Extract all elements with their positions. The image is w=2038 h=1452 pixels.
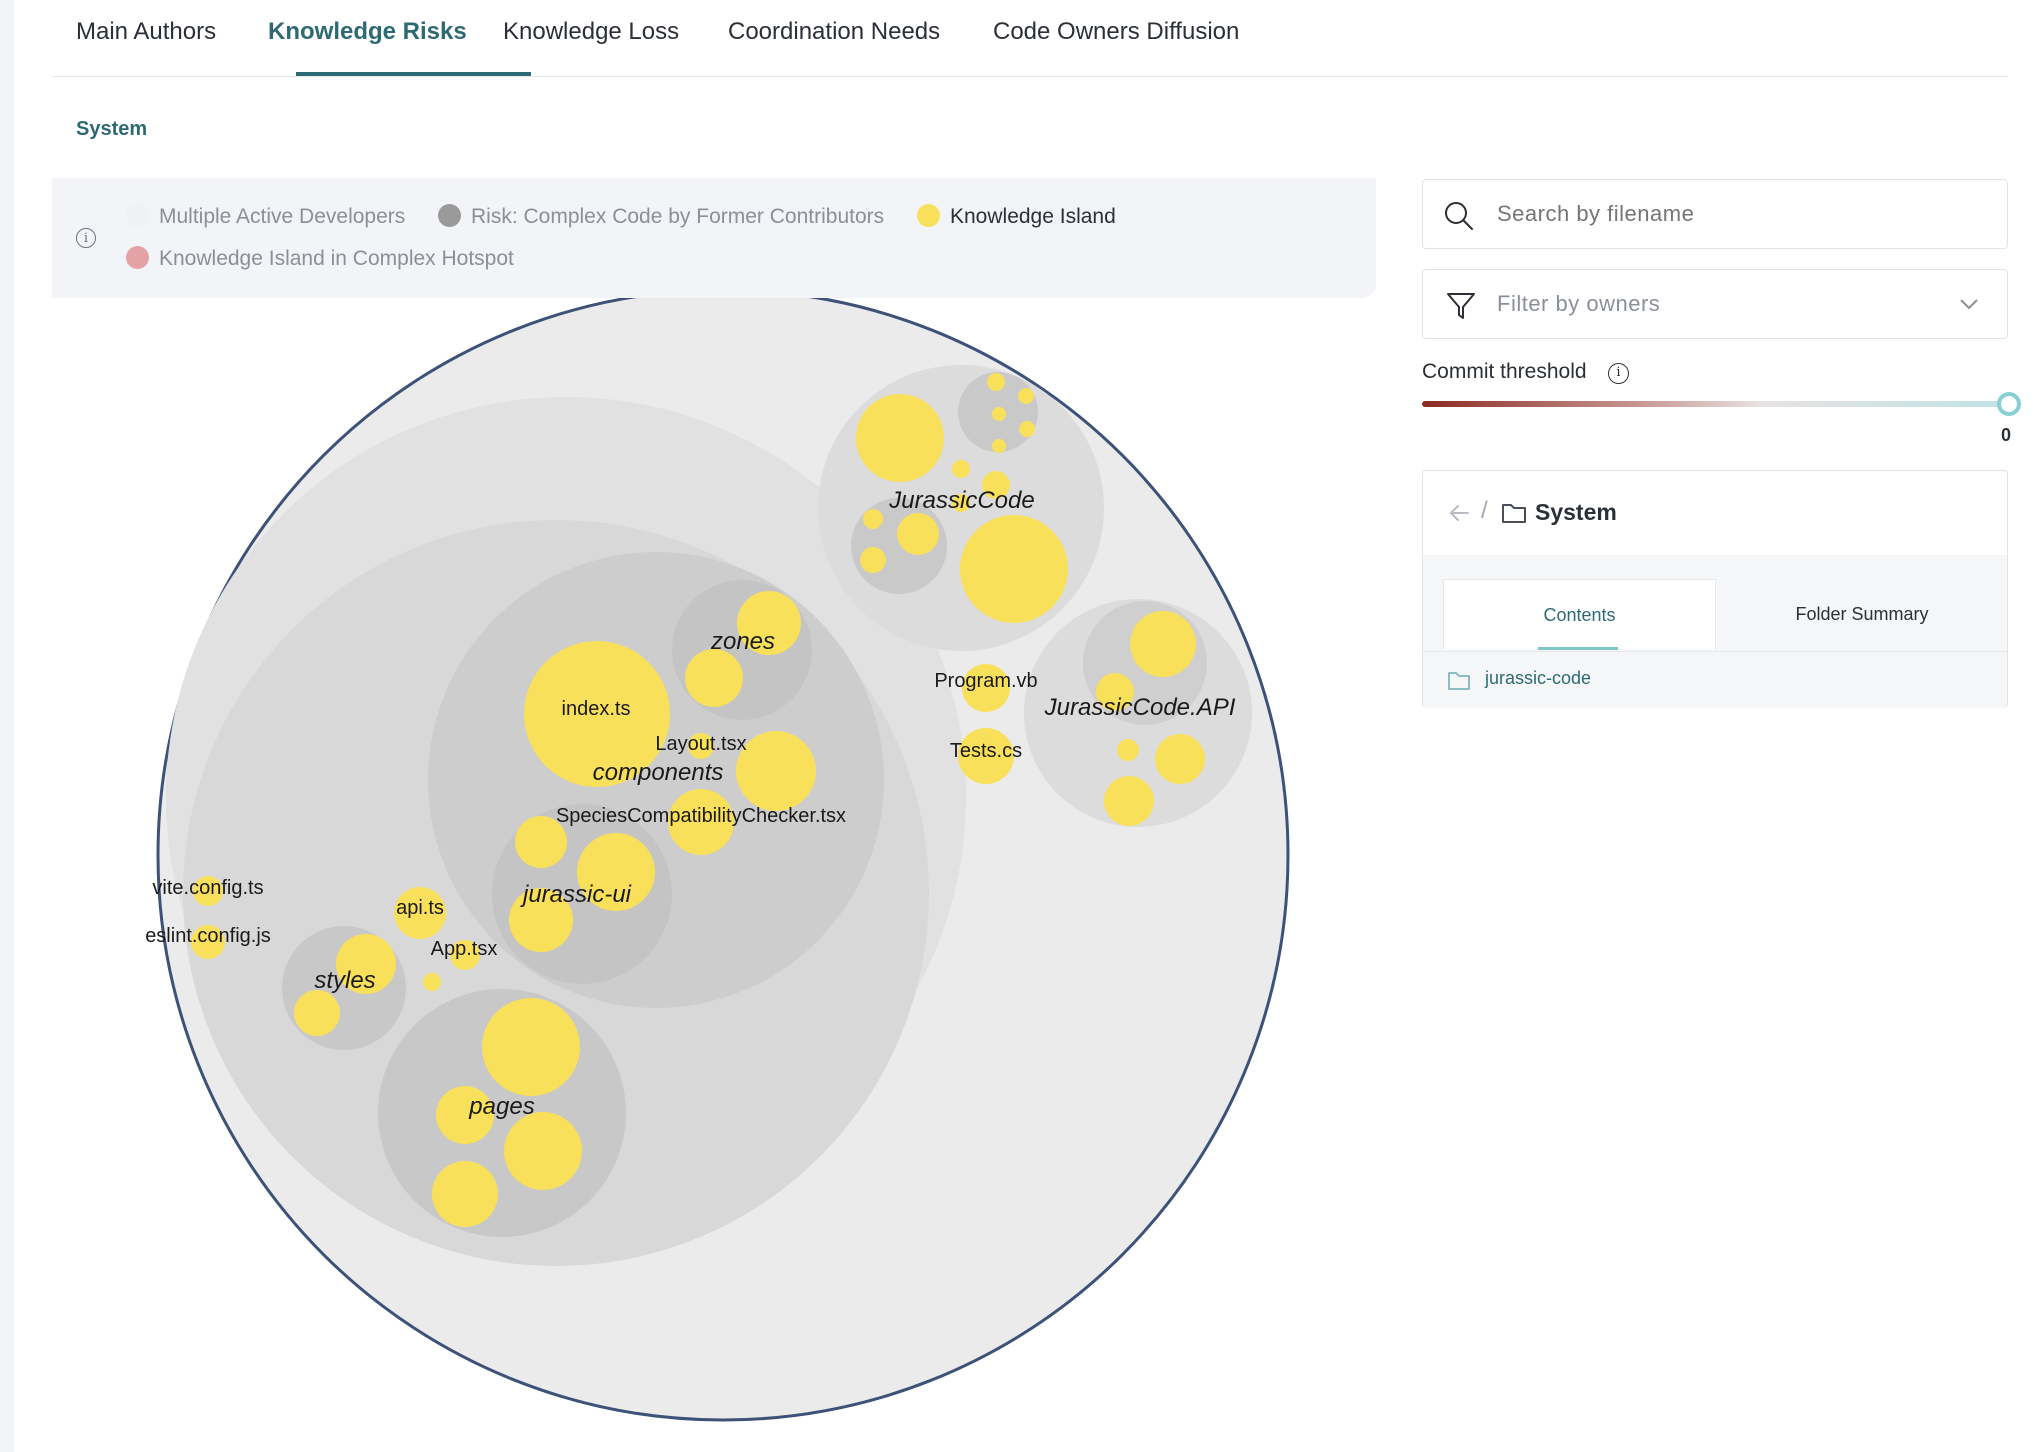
commit-threshold-label: Commit threshold [1422,360,1587,383]
label-api-ts: api.ts [396,897,444,919]
info-icon[interactable]: i [1608,363,1629,384]
file-bubble[interactable] [987,373,1005,391]
label-app-tsx: App.tsx [431,938,498,960]
file-bubble[interactable] [1155,734,1205,784]
label-index-ts: index.ts [562,698,631,720]
breadcrumb-separator: / [1481,497,1488,524]
label-jurassiccode-api: JurassicCode.API [1044,694,1236,721]
file-bubble[interactable] [960,515,1068,623]
info-icon[interactable]: i [76,228,96,248]
commit-threshold-slider[interactable] [1422,401,2007,407]
file-bubble[interactable] [1130,611,1196,677]
slider-thumb[interactable] [1997,392,2021,416]
file-bubble[interactable] [1104,776,1154,826]
file-bubble[interactable] [1019,421,1035,437]
filter-icon [1447,293,1475,319]
file-bubble[interactable] [856,394,944,482]
legend-dot-icon [126,204,149,228]
filter-placeholder: Filter by owners [1497,291,1661,316]
list-item[interactable]: jurassic-code [1423,651,2007,708]
current-folder-title: System [1535,499,1617,525]
list-item-label: jurassic-code [1485,668,1592,688]
legend-label: Knowledge Island [950,205,1116,228]
label-jurassic-ui: jurassic-ui [520,881,632,908]
legend-label: Risk: Complex Code by Former Contributor… [471,205,885,228]
back-arrow-icon[interactable] [1447,501,1471,525]
file-bubble[interactable] [860,547,886,573]
label-tests-cs: Tests.cs [950,740,1022,762]
label-species-checker: SpeciesCompatibilityChecker.tsx [556,805,846,827]
navigator-header: / System [1423,471,2007,556]
file-bubble[interactable] [897,513,939,555]
chevron-down-icon [1960,299,1978,310]
legend-dot-icon [917,204,940,228]
file-bubble[interactable] [504,1112,582,1190]
legend-item-former-contributors[interactable]: Risk: Complex Code by Former Contributor… [438,202,884,232]
search-input[interactable] [1497,180,1977,248]
legend-dot-icon [438,204,461,228]
folder-icon [1502,504,1526,523]
file-bubble[interactable] [423,973,441,991]
file-bubble[interactable] [1018,388,1034,404]
file-bubble[interactable] [952,460,970,478]
legend-item-complex-hotspot[interactable]: Knowledge Island in Complex Hotspot [126,244,514,274]
label-jurassiccode: JurassicCode [888,487,1034,514]
legend-dot-icon [126,246,149,270]
label-vite-config: vite.config.ts [152,877,263,899]
label-zones: zones [710,628,775,655]
tab-contents[interactable]: Contents [1443,579,1716,649]
label-components: components [593,759,724,786]
label-pages: pages [468,1093,534,1120]
folder-navigator: / System Contents Folder Summary jurassi… [1422,470,2008,708]
legend-item-knowledge-island[interactable]: Knowledge Island [917,202,1116,232]
legend-panel: i Multiple Active Developers Risk: Compl… [52,178,1376,298]
label-styles: styles [314,967,375,994]
legend-label: Knowledge Island in Complex Hotspot [159,247,514,270]
file-bubble[interactable] [482,998,580,1096]
label-program-vb: Program.vb [934,670,1037,692]
file-bubble[interactable] [992,439,1006,453]
commit-threshold-value: 0 [2001,425,2012,445]
owner-filter-dropdown[interactable]: Filter by owners [1422,269,2008,339]
label-layout-tsx: Layout.tsx [655,733,746,755]
file-bubble[interactable] [294,990,340,1036]
file-bubble[interactable] [992,407,1006,421]
folder-icon [1448,672,1470,690]
file-bubble[interactable] [736,731,816,811]
file-bubble[interactable] [685,649,743,707]
search-box [1422,179,2008,249]
legend-item-multiple-active[interactable]: Multiple Active Developers [126,202,405,232]
search-icon [1445,202,1473,230]
legend-label: Multiple Active Developers [159,205,406,228]
file-bubble[interactable] [1117,739,1139,761]
file-bubble[interactable] [863,509,883,529]
label-eslint-config: eslint.config.js [145,925,271,947]
tab-folder-summary[interactable]: Folder Summary [1717,579,2007,649]
file-bubble[interactable] [432,1161,498,1227]
active-subtab-indicator [1538,647,1618,650]
